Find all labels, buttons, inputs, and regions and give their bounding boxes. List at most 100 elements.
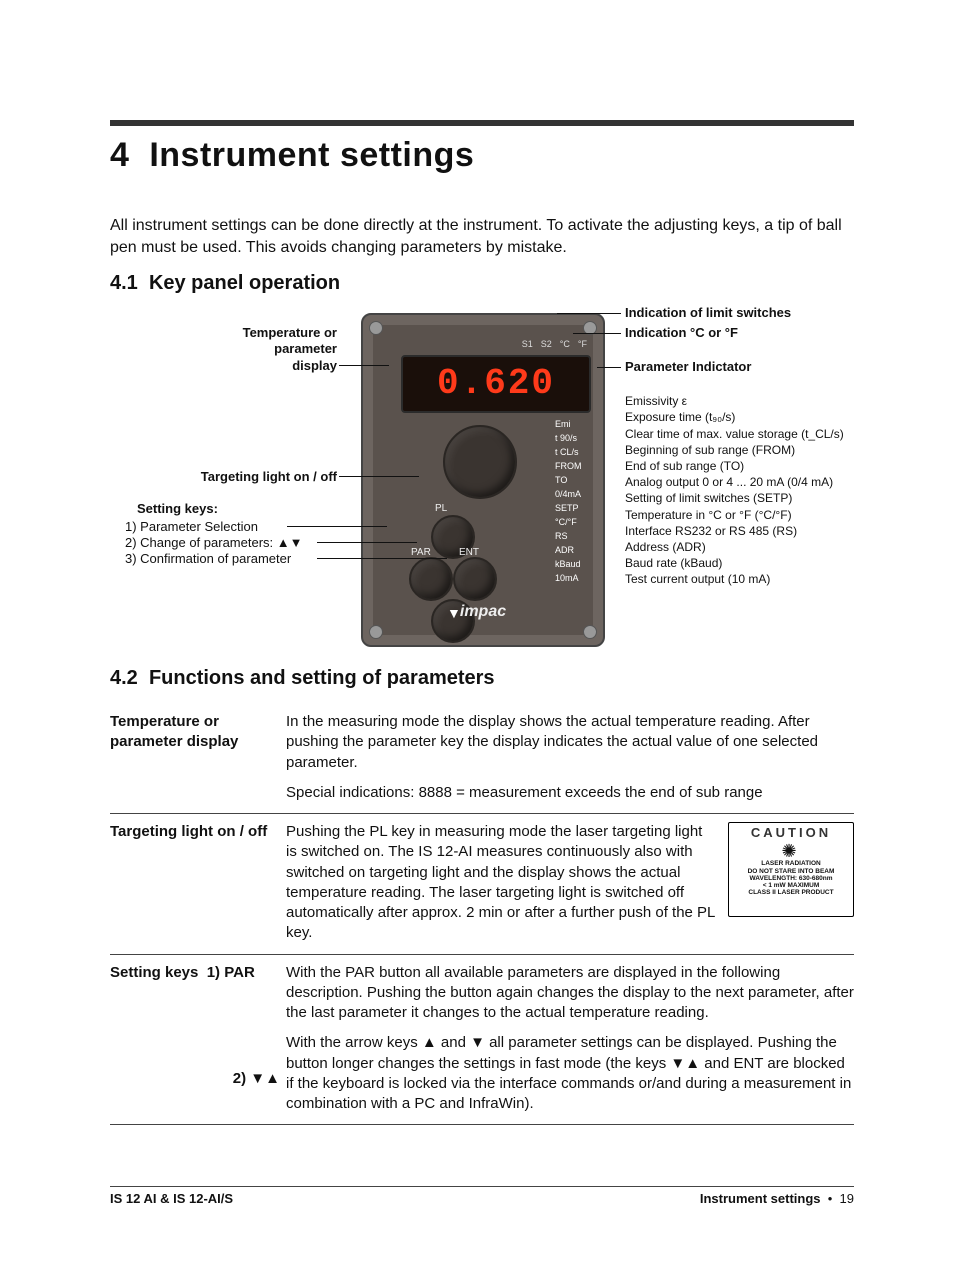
footer-right: Instrument settings • 19 [700, 1191, 854, 1206]
section-42-title: 4.2 Functions and setting of parameters [110, 667, 854, 690]
chapter-intro: All instrument settings can be done dire… [110, 215, 854, 258]
side-label: °C/°F [555, 515, 605, 529]
side-label: t 90/s [555, 431, 605, 445]
param-label: Setting keys 1) PAR 2) ▼▲ [110, 963, 286, 1115]
side-label: TO [555, 473, 605, 487]
param-list-item: Interface RS232 or RS 485 (RS) [625, 523, 855, 539]
callout-setkeys-header: Setting keys: [137, 501, 218, 517]
callout-setkeys-1: 1) Parameter Selection [125, 519, 258, 535]
footer-bullet: • [828, 1191, 833, 1206]
chapter-number: 4 [110, 136, 129, 174]
callout-param-list: Emissivity ε Exposure time (t₉₀/s) Clear… [625, 393, 855, 587]
callout-display: Temperature or parameter display [187, 325, 337, 374]
param-list-item: Setting of limit switches (SETP) [625, 490, 855, 506]
param-content: Pushing the PL key in measuring mode the… [286, 822, 854, 944]
brand-logo: impac [373, 603, 593, 621]
lens-disc [443, 425, 517, 499]
sub-label-arrows: 2) ▼▲ [233, 1070, 280, 1087]
param-text: Special indications: 8888 = measurement … [286, 783, 854, 803]
callout-unit: Indication °C or °F [625, 325, 738, 341]
leader-line [573, 333, 621, 334]
side-label: kBaud [555, 557, 605, 571]
side-label: FROM [555, 459, 605, 473]
chapter-rule [110, 120, 854, 126]
key-panel-diagram: S1 S2 °C °F 0.620 PL ▲ PAR ENT ▼ Emi [117, 303, 847, 653]
instrument-faceplate: S1 S2 °C °F 0.620 PL ▲ PAR ENT ▼ Emi [373, 325, 593, 635]
leader-line [597, 367, 621, 368]
caution-line: CLASS II LASER PRODUCT [731, 889, 851, 896]
side-label: t CL/s [555, 445, 605, 459]
param-list-item: Address (ADR) [625, 539, 855, 555]
callout-setkeys-3: 3) Confirmation of parameter [125, 551, 291, 567]
label-pl: PL [435, 503, 447, 514]
side-label: Emi [555, 417, 605, 431]
page-footer: IS 12 AI & IS 12-AI/S Instrument setting… [110, 1186, 854, 1206]
param-list-item: Analog output 0 or 4 ... 20 mA (0/4 mA) [625, 474, 855, 490]
chapter-title-text: Instrument settings [149, 136, 474, 174]
param-list-item: Temperature in °C or °F (°C/°F) [625, 507, 855, 523]
chapter-title: 4 Instrument settings [110, 136, 854, 175]
manual-page: 4 Instrument settings All instrument set… [0, 0, 954, 1270]
param-text: With the PAR button all available parame… [286, 963, 854, 1024]
callout-limit-switches: Indication of limit switches [625, 305, 791, 321]
param-label: Targeting light on / off [110, 822, 286, 944]
section-41-title: 4.1 Key panel operation [110, 272, 854, 295]
side-label-column: Emi t 90/s t CL/s FROM TO 0/4mA SETP °C/… [555, 417, 605, 585]
param-text: In the measuring mode the display shows … [286, 712, 854, 773]
indicator-degc: °C [560, 339, 570, 353]
parameter-table: Temperature or parameter display In the … [110, 704, 854, 1125]
caution-header: CAUTION [731, 826, 851, 840]
laser-star-icon: ✺ [781, 842, 796, 860]
side-label: ADR [555, 543, 605, 557]
screw-icon [369, 625, 383, 639]
caution-line: < 1 mW MAXIMUM [731, 882, 851, 889]
param-list-item: Test current output (10 mA) [625, 571, 855, 587]
param-row-setting-keys: Setting keys 1) PAR 2) ▼▲ With the PAR b… [110, 955, 854, 1126]
param-list-item: Emissivity ε [625, 393, 855, 409]
param-content: With the PAR button all available parame… [286, 963, 854, 1115]
footer-page-number: 19 [840, 1191, 854, 1206]
side-label: RS [555, 529, 605, 543]
side-label: 0/4mA [555, 487, 605, 501]
led-readout: 0.620 [401, 355, 591, 413]
footer-section: Instrument settings [700, 1191, 821, 1206]
callout-targeting: Targeting light on / off [137, 469, 337, 485]
param-row-targeting: Targeting light on / off Pushing the PL … [110, 814, 854, 955]
param-list-item: Exposure time (t₉₀/s) [625, 409, 855, 425]
side-label: SETP [555, 501, 605, 515]
caution-line: LASER RADIATION [731, 860, 851, 867]
callout-setkeys-2: 2) Change of parameters: ▲▼ [125, 535, 302, 551]
param-content: In the measuring mode the display shows … [286, 712, 854, 803]
param-label: Temperature or parameter display [110, 712, 286, 803]
param-text: With the arrow keys ▲ and ▼ all paramete… [286, 1033, 854, 1114]
param-list-item: Baud rate (kBaud) [625, 555, 855, 571]
caution-label-icon: CAUTION ✺ LASER RADIATION DO NOT STARE I… [728, 822, 854, 917]
leader-line [557, 313, 621, 314]
section-42-text: Functions and setting of parameters [149, 667, 495, 689]
caution-line: DO NOT STARE INTO BEAM [731, 868, 851, 875]
indicator-s1: S1 [522, 339, 533, 353]
callout-param-indicator: Parameter Indictator [625, 359, 751, 375]
leader-line [317, 558, 447, 559]
leader-line [287, 526, 387, 527]
screw-icon [583, 625, 597, 639]
section-41-text: Key panel operation [149, 272, 340, 294]
instrument-body: S1 S2 °C °F 0.620 PL ▲ PAR ENT ▼ Emi [361, 313, 605, 647]
side-label: 10mA [555, 571, 605, 585]
param-text: Pushing the PL key in measuring mode the… [286, 822, 716, 944]
section-41-number: 4.1 [110, 272, 138, 294]
leader-line [339, 476, 419, 477]
param-row-display: Temperature or parameter display In the … [110, 704, 854, 814]
param-list-item: End of sub range (TO) [625, 458, 855, 474]
param-list-item: Clear time of max. value storage (t_CL/s… [625, 426, 855, 442]
button-par [409, 557, 453, 601]
caution-line: WAVELENGTH: 630-680nm [731, 875, 851, 882]
button-ent [453, 557, 497, 601]
leader-line [339, 365, 389, 366]
param-list-item: Beginning of sub range (FROM) [625, 442, 855, 458]
indicator-s2: S2 [541, 339, 552, 353]
leader-line [317, 542, 417, 543]
section-42-number: 4.2 [110, 667, 138, 689]
sub-label-par: 1) PAR [207, 964, 255, 981]
indicator-row: S1 S2 °C °F [401, 339, 587, 353]
